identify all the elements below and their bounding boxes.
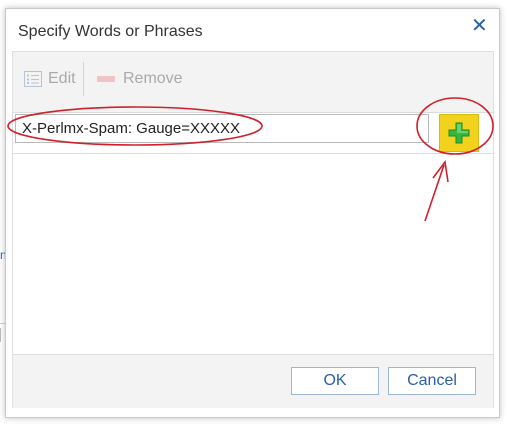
specify-words-dialog: Specify Words or Phrases ✕ Edit Remove X…	[5, 8, 500, 418]
toolbar: Edit Remove	[13, 52, 493, 106]
close-button[interactable]: ✕	[471, 15, 488, 37]
dialog-footer: OK Cancel	[13, 354, 493, 408]
minus-icon	[97, 76, 115, 82]
edit-label: Edit	[48, 70, 76, 87]
plus-icon	[448, 122, 470, 144]
edit-button[interactable]: Edit	[24, 69, 76, 89]
phrase-list	[13, 154, 493, 354]
ok-button[interactable]: OK	[291, 367, 379, 395]
phrase-input[interactable]	[15, 114, 429, 143]
remove-button[interactable]: Remove	[97, 69, 183, 89]
input-row	[13, 112, 493, 154]
remove-label: Remove	[123, 70, 183, 87]
close-icon: ✕	[471, 15, 488, 37]
dialog-title: Specify Words or Phrases	[18, 23, 203, 40]
dialog-content: Edit Remove OK Cancel	[12, 51, 494, 408]
list-edit-icon	[24, 71, 42, 87]
cancel-button[interactable]: Cancel	[388, 367, 476, 395]
toolbar-separator	[83, 62, 84, 96]
add-button[interactable]	[439, 114, 479, 152]
